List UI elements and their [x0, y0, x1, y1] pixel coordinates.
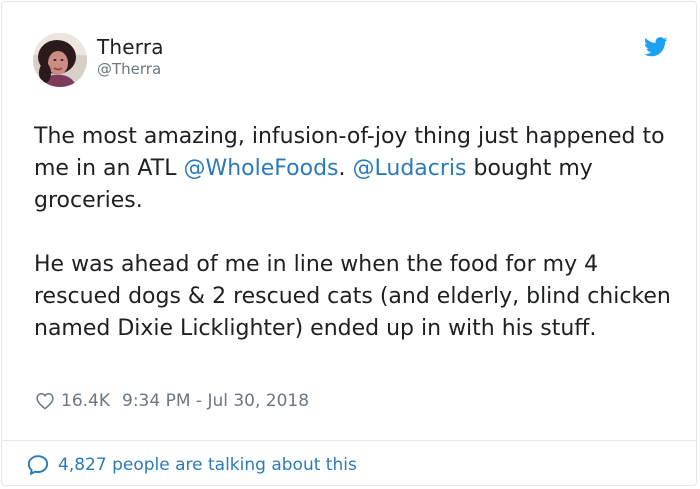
avatar[interactable] [33, 33, 87, 87]
twitter-bird-icon[interactable] [643, 37, 668, 57]
mention-wholefoods-link[interactable]: @WholeFoods [183, 156, 338, 181]
tweet-meta: 16.4K 9:34 PM - Jul 30, 2018 [35, 391, 309, 411]
tweet-text-part: . [338, 156, 353, 181]
tweet-text: The most amazing, infusion-of-joy thing … [34, 121, 679, 345]
like-count[interactable]: 16.4K [61, 391, 110, 411]
tweet-timestamp[interactable]: 9:34 PM - Jul 30, 2018 [122, 391, 309, 411]
talking-count-text[interactable]: 4,827 people are talking about this [58, 455, 357, 475]
tweet-paragraph-1: The most amazing, infusion-of-joy thing … [34, 121, 679, 217]
divider [2, 440, 696, 441]
conversation-link[interactable]: 4,827 people are talking about this [26, 453, 357, 477]
speech-bubble-icon [26, 453, 50, 477]
tweet-paragraph-2: He was ahead of me in line when the food… [34, 252, 671, 341]
tweet-card: Therra @Therra The most amazing, infusio… [1, 1, 697, 486]
author-name[interactable]: Therra [97, 35, 164, 59]
author-handle[interactable]: @Therra [97, 60, 161, 78]
heart-icon[interactable] [35, 391, 55, 411]
mention-ludacris-link[interactable]: @Ludacris [353, 156, 467, 181]
